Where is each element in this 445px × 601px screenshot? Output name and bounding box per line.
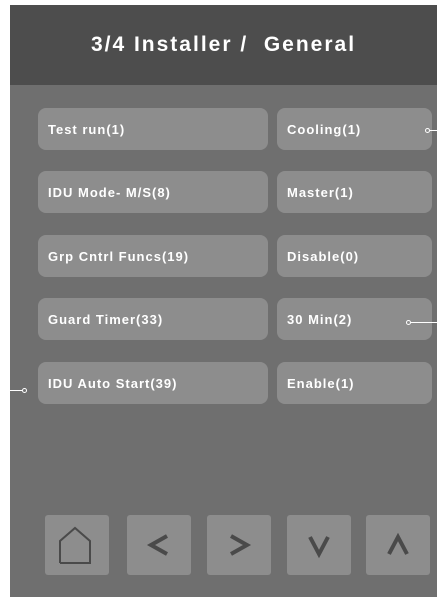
scroll-up-button[interactable] xyxy=(366,515,430,575)
chevron-left-icon xyxy=(146,534,168,556)
setting-test-run-value-button[interactable]: Cooling(1) xyxy=(277,108,432,150)
next-button[interactable] xyxy=(207,515,271,575)
setting-grp-cntrl-funcs-value-button[interactable]: Disable(0) xyxy=(277,235,432,277)
setting-guard-timer-value-button[interactable]: 30 Min(2) xyxy=(277,298,432,340)
home-button[interactable] xyxy=(45,515,109,575)
scroll-down-button[interactable] xyxy=(287,515,351,575)
page-title: 3/4 Installer / General xyxy=(10,5,437,85)
setting-grp-cntrl-funcs-button[interactable]: Grp Cntrl Funcs(19) xyxy=(38,235,268,277)
annotation-line-guard-timer xyxy=(411,322,445,323)
annotation-line-cooling xyxy=(430,130,445,131)
setting-idu-auto-start-button[interactable]: IDU Auto Start(39) xyxy=(38,362,268,404)
chevron-up-icon xyxy=(387,532,409,555)
previous-button[interactable] xyxy=(127,515,191,575)
setting-idu-mode-button[interactable]: IDU Mode- M/S(8) xyxy=(38,171,268,213)
annotation-line-idu-auto-start xyxy=(0,390,22,391)
setting-idu-auto-start-value-button[interactable]: Enable(1) xyxy=(277,362,432,404)
installer-screen: 3/4 Installer / General Test run(1) Cool… xyxy=(10,5,437,597)
chevron-right-icon xyxy=(230,534,252,556)
setting-idu-mode-value-button[interactable]: Master(1) xyxy=(277,171,432,213)
home-icon xyxy=(59,526,91,564)
annotation-marker-idu-auto-start xyxy=(22,388,27,393)
setting-guard-timer-button[interactable]: Guard Timer(33) xyxy=(38,298,268,340)
setting-test-run-button[interactable]: Test run(1) xyxy=(38,108,268,150)
annotation-line-grp-cntrl xyxy=(0,264,10,265)
chevron-down-icon xyxy=(308,536,330,559)
